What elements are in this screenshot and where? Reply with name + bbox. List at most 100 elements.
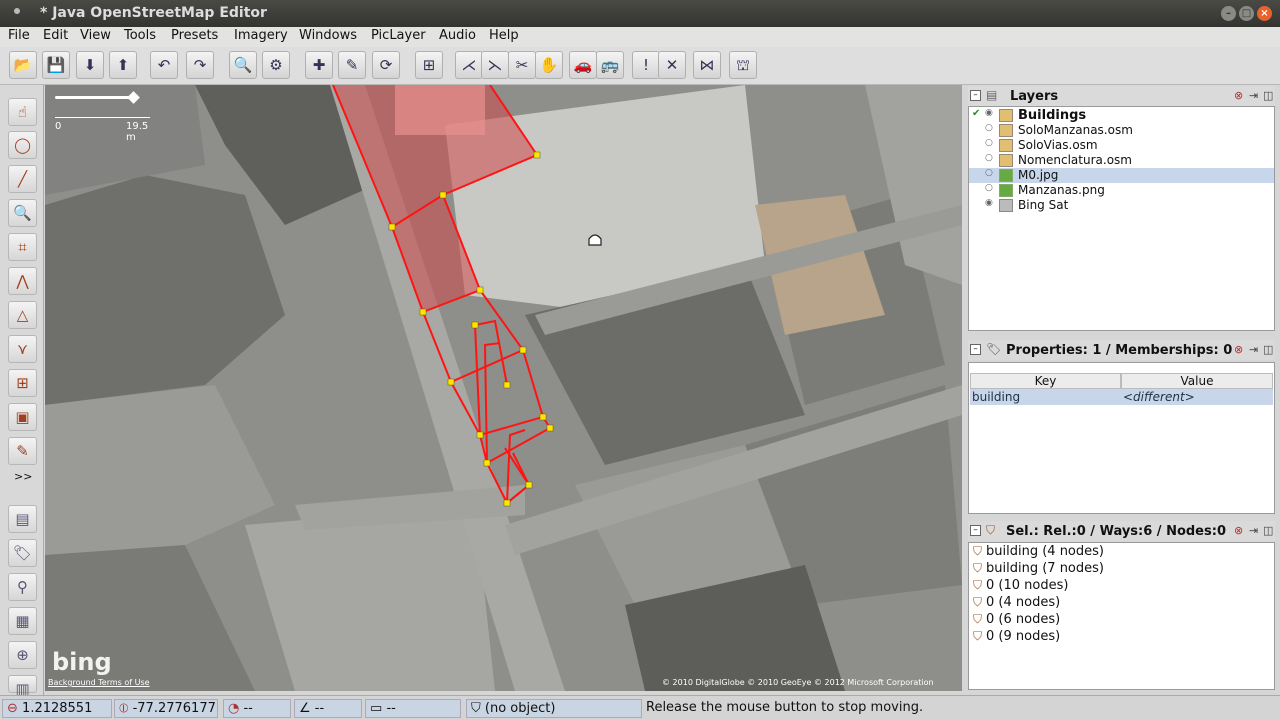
draw-icon[interactable]: ✎ bbox=[338, 51, 366, 79]
menu-audio[interactable]: Audio bbox=[439, 28, 476, 43]
refresh-icon[interactable]: ⟳ bbox=[372, 51, 400, 79]
window-menu-icon[interactable] bbox=[14, 8, 20, 14]
layer-item[interactable]: ○ SoloVias.osm bbox=[969, 138, 1274, 153]
bus-icon[interactable]: 🚌 bbox=[596, 51, 624, 79]
menu-file[interactable]: File bbox=[8, 28, 30, 43]
list-item[interactable]: ⛉ building (4 nodes) bbox=[973, 544, 1104, 559]
maximize-button[interactable]: □ bbox=[1239, 6, 1254, 21]
menu-piclayer[interactable]: PicLayer bbox=[371, 28, 426, 43]
menu-view[interactable]: View bbox=[80, 28, 111, 43]
list-item[interactable]: ⛉ 0 (9 nodes) bbox=[973, 629, 1060, 644]
zoom-tool-icon[interactable]: 🔍 bbox=[8, 199, 37, 227]
visibility-icon[interactable]: ◉ bbox=[985, 108, 993, 118]
key-column-header[interactable]: Key bbox=[970, 373, 1121, 389]
table-row[interactable]: building <different> bbox=[970, 389, 1273, 405]
parallel-tool-icon[interactable]: △ bbox=[8, 301, 37, 329]
select-tool-icon[interactable]: ☝ bbox=[8, 98, 37, 126]
add-icon[interactable]: ⊕ bbox=[8, 641, 37, 669]
extrude-tool-icon[interactable]: ⋎ bbox=[8, 335, 37, 363]
hand-icon[interactable]: ✋ bbox=[535, 51, 563, 79]
visibility-icon[interactable]: ◉ bbox=[985, 198, 993, 208]
list-item[interactable]: ⛉ 0 (6 nodes) bbox=[973, 612, 1060, 627]
list-item[interactable]: ⛉ building (7 nodes) bbox=[973, 561, 1104, 576]
collapse-icon[interactable]: – bbox=[970, 344, 981, 355]
menu-help[interactable]: Help bbox=[489, 28, 519, 43]
combine-icon[interactable]: ⋋ bbox=[481, 51, 509, 79]
layer-item[interactable]: ✔ ◉ Buildings bbox=[969, 108, 1274, 123]
undo-icon[interactable]: ↶ bbox=[150, 51, 178, 79]
minimize-panel-icon[interactable]: ◫ bbox=[1263, 343, 1273, 356]
latitude-icon: ⊖ bbox=[7, 701, 18, 716]
minimize-button[interactable]: – bbox=[1221, 6, 1236, 21]
merge-icon[interactable]: ⊞ bbox=[415, 51, 443, 79]
minimize-panel-icon[interactable]: ◫ bbox=[1263, 89, 1273, 102]
layers-list: ✔ ◉ Buildings ○ SoloManzanas.osm ○ SoloV… bbox=[968, 106, 1275, 331]
draw-tool-icon[interactable]: ╱ bbox=[8, 165, 37, 193]
zoom-to-selection-icon[interactable]: 🔍 bbox=[229, 51, 257, 79]
satellite-imagery bbox=[45, 85, 962, 691]
close-panel-icon[interactable]: ⊗ bbox=[1234, 524, 1243, 537]
delete-icon[interactable]: ✕ bbox=[658, 51, 686, 79]
list-item[interactable]: ⛉ 0 (10 nodes) bbox=[973, 578, 1068, 593]
menu-imagery[interactable]: Imagery bbox=[234, 28, 288, 43]
toggle-panel-icon[interactable]: ▤ bbox=[8, 505, 37, 533]
redo-icon[interactable]: ↷ bbox=[186, 51, 214, 79]
close-panel-icon[interactable]: ⊗ bbox=[1234, 343, 1243, 356]
tool-a-icon[interactable]: ⋈ bbox=[693, 51, 721, 79]
layers-header[interactable]: – ▤ Layers ⊗ ⇥ ◫ bbox=[968, 86, 1275, 106]
open-file-icon[interactable]: 📂 bbox=[9, 51, 37, 79]
save-icon[interactable]: 💾 bbox=[42, 51, 70, 79]
merge-tool-icon[interactable]: ⊞ bbox=[8, 369, 37, 397]
visibility-icon[interactable]: ○ bbox=[985, 168, 993, 178]
pencil-tool-icon[interactable]: ✎ bbox=[8, 437, 37, 465]
improve-way-icon[interactable]: ⋀ bbox=[8, 267, 37, 295]
warning-icon[interactable]: ! bbox=[632, 51, 660, 79]
lasso-tool-icon[interactable]: ◯ bbox=[8, 131, 37, 159]
detach-panel-icon[interactable]: ⇥ bbox=[1249, 343, 1258, 356]
close-panel-icon[interactable]: ⊗ bbox=[1234, 89, 1243, 102]
visibility-icon[interactable]: ○ bbox=[985, 183, 993, 193]
osm-layer-icon bbox=[999, 139, 1013, 152]
select-icon[interactable]: ✚ bbox=[305, 51, 333, 79]
list-item[interactable]: ⛉ 0 (4 nodes) bbox=[973, 595, 1060, 610]
history-icon[interactable]: ▦ bbox=[8, 607, 37, 635]
value-column-header[interactable]: Value bbox=[1121, 373, 1273, 389]
detach-panel-icon[interactable]: ⇥ bbox=[1249, 89, 1258, 102]
terms-of-use-link[interactable]: Background Terms of Use bbox=[48, 678, 150, 687]
menu-presets[interactable]: Presets bbox=[171, 28, 218, 43]
detach-panel-icon[interactable]: ⇥ bbox=[1249, 524, 1258, 537]
menu-edit[interactable]: Edit bbox=[43, 28, 68, 43]
visibility-icon[interactable]: ○ bbox=[985, 153, 993, 163]
minimize-panel-icon[interactable]: ◫ bbox=[1263, 524, 1273, 537]
properties-header[interactable]: – 🏷 Properties: 1 / Memberships: 0 ⊗ ⇥ ◫ bbox=[968, 340, 1275, 360]
tags-icon[interactable]: 🏷 bbox=[8, 539, 37, 567]
map-view[interactable]: 0 19.5 m bing Background Terms of Use © … bbox=[45, 85, 962, 691]
layer-item[interactable]: ○ Manzanas.png bbox=[969, 183, 1274, 198]
scale-handle-icon[interactable] bbox=[127, 91, 140, 104]
conflicts-icon[interactable]: ▥ bbox=[8, 675, 37, 698]
building-tool-icon[interactable]: ▣ bbox=[8, 403, 37, 431]
layer-item[interactable]: ○ SoloManzanas.osm bbox=[969, 123, 1274, 138]
align-icon[interactable]: ⋌ bbox=[455, 51, 483, 79]
selection-header[interactable]: – ⛉ Sel.: Rel.:0 / Ways:6 / Nodes:0 ⊗ ⇥ … bbox=[968, 521, 1275, 541]
collapse-icon[interactable]: – bbox=[970, 525, 981, 536]
preferences-icon[interactable]: ⚙ bbox=[262, 51, 290, 79]
delete-tool-icon[interactable]: ⌗ bbox=[8, 233, 37, 261]
car-icon[interactable]: 🚗 bbox=[569, 51, 597, 79]
menu-tools[interactable]: Tools bbox=[124, 28, 156, 43]
layer-item[interactable]: ○ Nomenclatura.osm bbox=[969, 153, 1274, 168]
layer-item[interactable]: ○ M0.jpg bbox=[969, 168, 1274, 183]
layer-item[interactable]: ◉ Bing Sat bbox=[969, 198, 1274, 213]
download-icon[interactable]: ⬇ bbox=[76, 51, 104, 79]
close-button[interactable]: × bbox=[1257, 6, 1272, 21]
image-layer-icon bbox=[999, 184, 1013, 197]
split-icon[interactable]: ✂ bbox=[508, 51, 536, 79]
upload-icon[interactable]: ⬆ bbox=[109, 51, 137, 79]
relation-icon[interactable]: ⚲ bbox=[8, 573, 37, 601]
collapse-icon[interactable]: – bbox=[970, 90, 981, 101]
menu-windows[interactable]: Windows bbox=[299, 28, 357, 43]
visibility-icon[interactable]: ○ bbox=[985, 138, 993, 148]
more-tools-icon[interactable]: >> bbox=[14, 470, 32, 483]
tool-b-icon[interactable]: ⛫ bbox=[729, 51, 757, 79]
visibility-icon[interactable]: ○ bbox=[985, 123, 993, 133]
